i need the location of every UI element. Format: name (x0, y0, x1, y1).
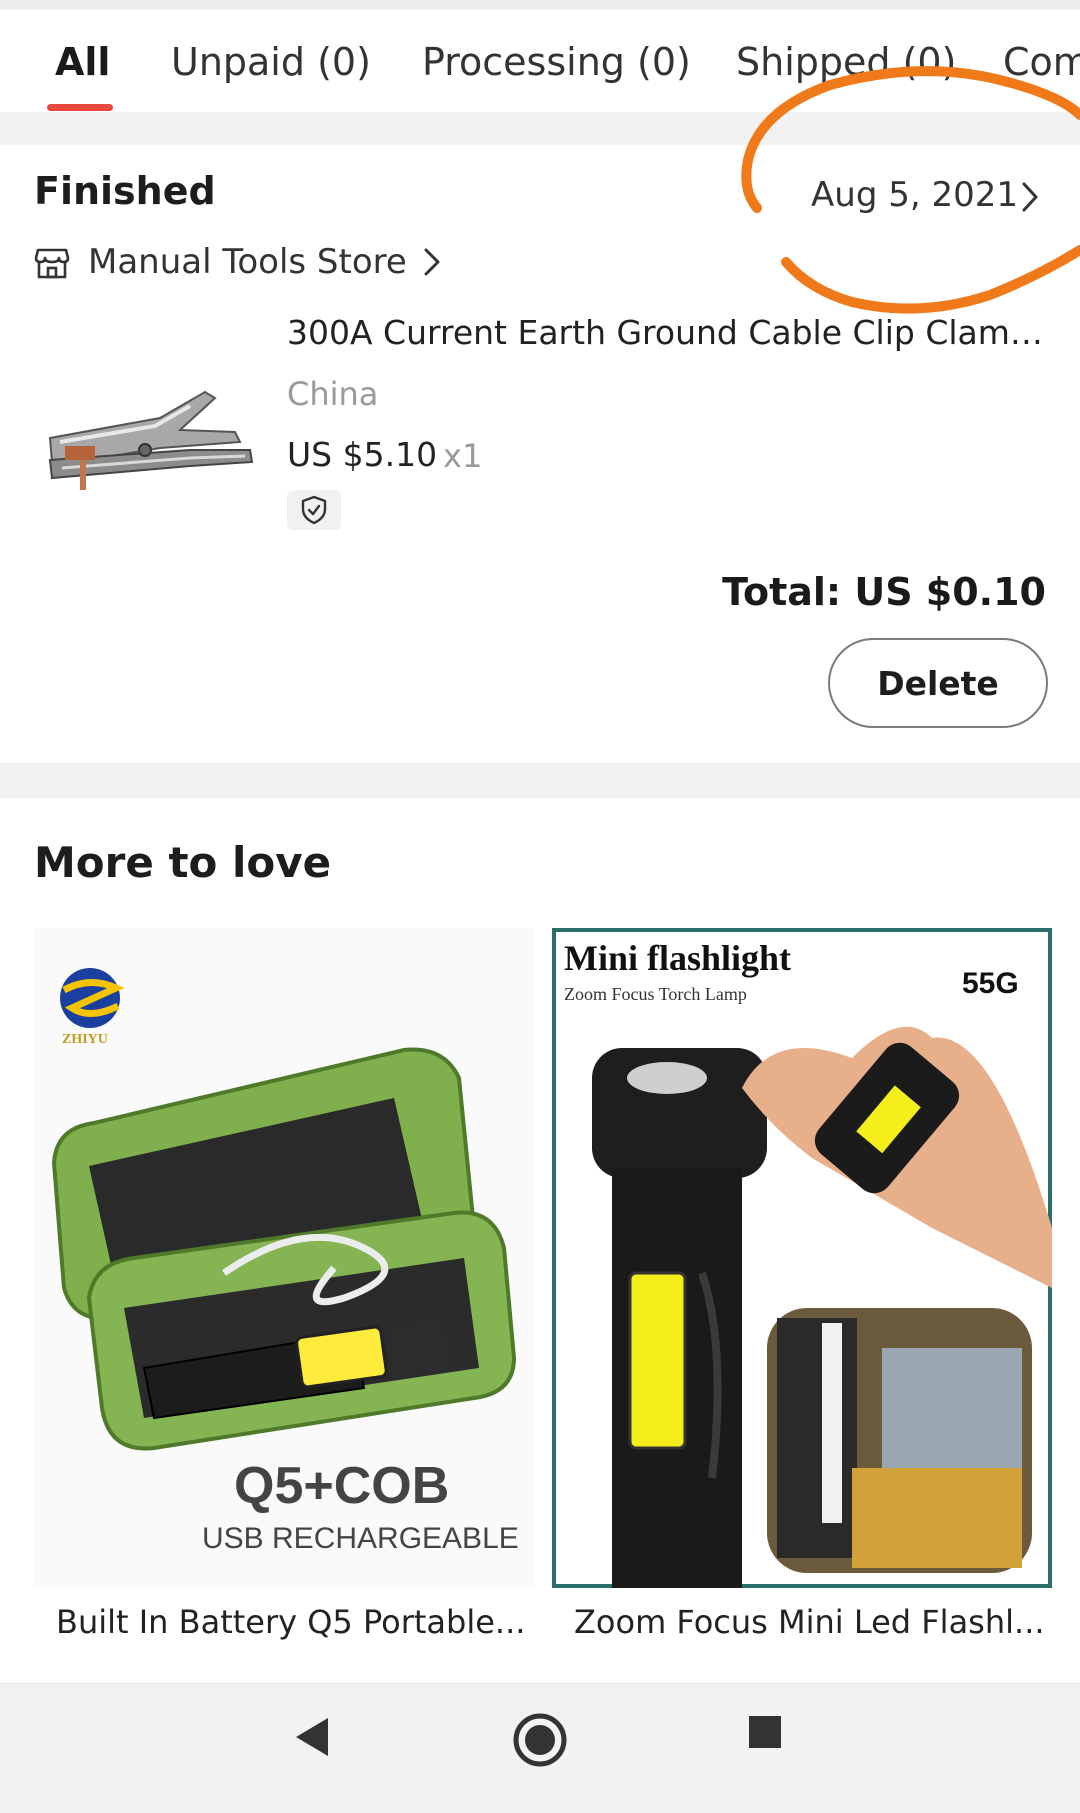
product-quantity: x1 (443, 437, 483, 475)
tab-unpaid[interactable]: Unpaid (0) (171, 40, 371, 84)
image-weight-text: 55G (962, 967, 1019, 1000)
home-circle-icon[interactable] (512, 1712, 568, 1768)
recommendations-section: More to love ZHIYU Q5+COB USB RECHARGEAB… (0, 798, 1080, 1683)
delete-order-button[interactable]: Delete (828, 638, 1048, 728)
product-badge-subtext: USB RECHARGEABLE (202, 1522, 519, 1555)
recommendation-caption[interactable]: Zoom Focus Mini Led Flashl... (574, 1603, 1054, 1641)
tab-shipped[interactable]: Shipped (0) (736, 40, 956, 84)
store-name: Manual Tools Store (88, 242, 407, 282)
shield-check-icon (301, 495, 327, 525)
status-strip (0, 0, 1080, 10)
brand-logo-text: ZHIYU (62, 1032, 108, 1047)
chevron-right-icon (424, 248, 440, 276)
image-subtitle-text: Zoom Focus Torch Lamp (564, 984, 747, 1004)
product-badge-text: Q5+COB (234, 1457, 449, 1515)
product-title[interactable]: 300A Current Earth Ground Cable Clip Cla… (287, 313, 1047, 352)
store-link[interactable]: Manual Tools Store (34, 240, 441, 284)
store-icon (34, 248, 70, 279)
recents-square-icon[interactable] (745, 1712, 785, 1752)
tab-all[interactable]: All (55, 40, 110, 84)
image-title-text: Mini flashlight (564, 938, 791, 978)
section-title: More to love (34, 838, 332, 887)
recommendation-caption[interactable]: Built In Battery Q5 Portable... (56, 1603, 536, 1641)
recommendation-image[interactable]: Mini flashlight Zoom Focus Torch Lamp 55… (552, 928, 1052, 1588)
back-triangle-icon[interactable] (288, 1712, 338, 1762)
order-total: Total: US $0.10 (722, 570, 1046, 614)
buyer-protection-badge (287, 490, 341, 530)
order-card[interactable]: Finished Aug 5, 2021 Manual Tools Store … (0, 145, 1080, 763)
active-tab-indicator (47, 104, 113, 111)
recommendation-image[interactable]: ZHIYU Q5+COB USB RECHARGEABLE (34, 928, 534, 1588)
product-price: US $5.10 (287, 435, 438, 474)
system-nav-bar (0, 1683, 1080, 1813)
tab-processing[interactable]: Processing (0) (422, 40, 691, 84)
product-thumbnail[interactable] (40, 380, 260, 500)
order-date[interactable]: Aug 5, 2021 (811, 175, 1018, 215)
tab-completed[interactable]: Completed (1003, 40, 1080, 84)
chevron-right-icon[interactable] (1020, 181, 1040, 213)
product-origin: China (287, 375, 379, 413)
order-status: Finished (34, 169, 216, 213)
order-tabs: All Unpaid (0) Processing (0) Shipped (0… (0, 10, 1080, 112)
